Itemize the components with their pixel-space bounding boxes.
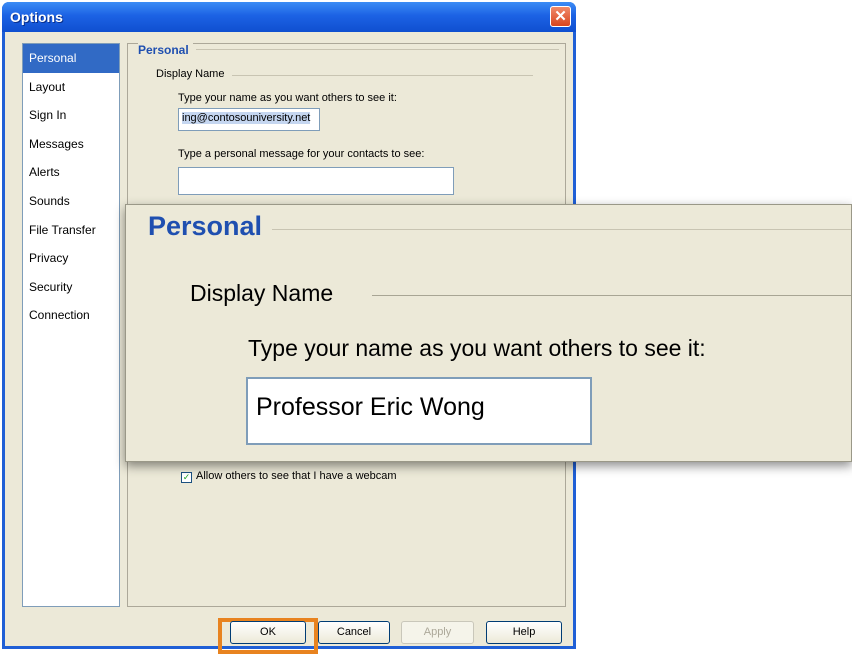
group-divider	[232, 75, 533, 76]
display-name-group-label: Display Name	[156, 68, 229, 80]
zoom-callout: Personal Display Name Type your name as …	[125, 204, 852, 462]
nav-item-sign-in[interactable]: Sign In	[23, 101, 119, 130]
webcam-checkbox-label[interactable]: Allow others to see that I have a webcam	[196, 470, 397, 482]
zoom-display-name-input[interactable]: Professor Eric Wong	[246, 377, 592, 445]
nav-item-sounds[interactable]: Sounds	[23, 187, 119, 216]
zoom-name-prompt: Type your name as you want others to see…	[248, 335, 706, 361]
title-bar[interactable]: Options ✕	[2, 2, 576, 32]
close-icon[interactable]: ✕	[550, 6, 571, 27]
window-title: Options	[10, 9, 63, 25]
category-list: Personal Layout Sign In Messages Alerts …	[22, 43, 120, 607]
section-divider	[196, 49, 559, 50]
personal-message-input[interactable]	[178, 167, 454, 195]
nav-item-messages[interactable]: Messages	[23, 130, 119, 159]
nav-item-connection[interactable]: Connection	[23, 301, 119, 330]
display-name-input[interactable]: ing@contosouniversity.net	[178, 108, 320, 131]
apply-button[interactable]: Apply	[401, 621, 474, 644]
nav-item-layout[interactable]: Layout	[23, 73, 119, 102]
help-button[interactable]: Help	[486, 621, 562, 644]
nav-item-security[interactable]: Security	[23, 273, 119, 302]
zoom-group-divider	[372, 295, 851, 296]
webcam-checkbox[interactable]: ✓	[181, 472, 192, 483]
display-name-value: ing@contosouniversity.net	[182, 112, 311, 124]
zoom-group-label: Display Name	[190, 280, 334, 306]
nav-item-file-transfer[interactable]: File Transfer	[23, 216, 119, 245]
nav-item-alerts[interactable]: Alerts	[23, 158, 119, 187]
nav-item-personal[interactable]: Personal	[23, 44, 119, 73]
zoom-section-title: Personal	[148, 211, 263, 241]
message-prompt: Type a personal message for your contact…	[178, 148, 425, 160]
cancel-button[interactable]: Cancel	[318, 621, 390, 644]
zoom-section-divider	[272, 229, 851, 230]
nav-item-privacy[interactable]: Privacy	[23, 244, 119, 273]
name-prompt: Type your name as you want others to see…	[178, 92, 397, 104]
ok-button[interactable]: OK	[230, 621, 306, 644]
section-title: Personal	[138, 43, 193, 57]
